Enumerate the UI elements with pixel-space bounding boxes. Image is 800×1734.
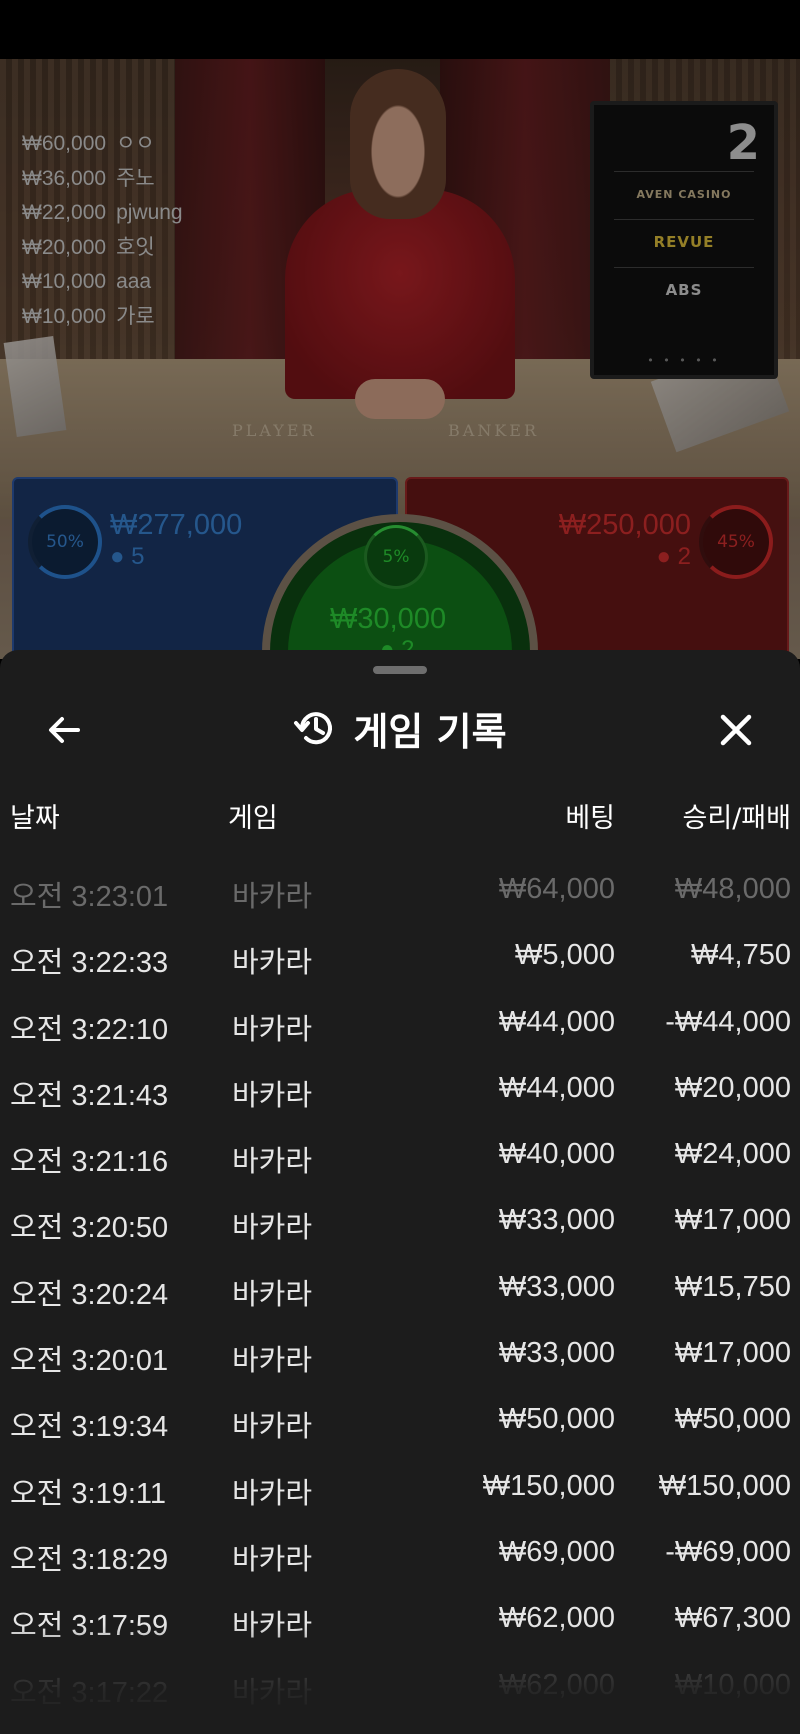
sheet-title: 게임 기록 (353, 709, 507, 754)
history-row[interactable]: 오전 3:21:16 바카라 ₩40,000 ₩24,000 (0, 1124, 800, 1190)
game-history-sheet: 게임 기록 날짜 게임 베팅 승리/패배 오전 3:23:01 바카라 ₩64,00… (0, 650, 800, 1734)
video-dim-overlay (0, 59, 800, 659)
history-row[interactable]: 오전 3:18:29 바카라 ₩69,000 -₩69,000 (0, 1522, 800, 1588)
drag-handle[interactable] (373, 666, 427, 674)
status-bar (0, 0, 800, 59)
column-header-win-loss: 승리/패배 (682, 803, 791, 834)
sheet-header: 게임 기록 (0, 692, 800, 764)
column-header-game: 게임 (228, 803, 278, 834)
column-header-bet: 베팅 (565, 803, 615, 834)
history-table: 오전 3:23:01 바카라 ₩64,000 ₩48,000 오전 3:22:33 바카… (0, 859, 800, 1721)
close-button[interactable] (706, 700, 766, 760)
history-row[interactable]: 오전 3:19:11 바카라 ₩150,000 ₩150,000 (0, 1456, 800, 1522)
history-row[interactable]: 오전 3:22:33 바카라 ₩5,000 ₩4,750 (0, 925, 800, 991)
history-row[interactable]: 오전 3:19:34 바카라 ₩50,000 ₩50,000 (0, 1389, 800, 1455)
history-row[interactable]: 오전 3:20:24 바카라 ₩33,000 ₩15,750 (0, 1257, 800, 1323)
history-row[interactable]: 오전 3:20:01 바카라 ₩33,000 ₩17,000 (0, 1323, 800, 1389)
close-icon (720, 714, 752, 746)
history-icon (294, 712, 333, 745)
history-row[interactable]: 오전 3:21:43 바카라 ₩44,000 ₩20,000 (0, 1058, 800, 1124)
history-row[interactable]: 오전 3:17:59 바카라 ₩62,000 ₩67,300 (0, 1588, 800, 1654)
column-header-date: 날짜 (10, 803, 60, 834)
history-row[interactable]: 오전 3:23:01 바카라 ₩64,000 ₩48,000 (0, 859, 800, 925)
history-row[interactable]: 오전 3:22:10 바카라 ₩44,000 -₩44,000 (0, 992, 800, 1058)
history-row[interactable]: 오전 3:20:50 바카라 ₩33,000 ₩17,000 (0, 1190, 800, 1256)
history-row[interactable]: 오전 3:17:22 바카라 ₩62,000 ₩10,000 (0, 1655, 800, 1721)
